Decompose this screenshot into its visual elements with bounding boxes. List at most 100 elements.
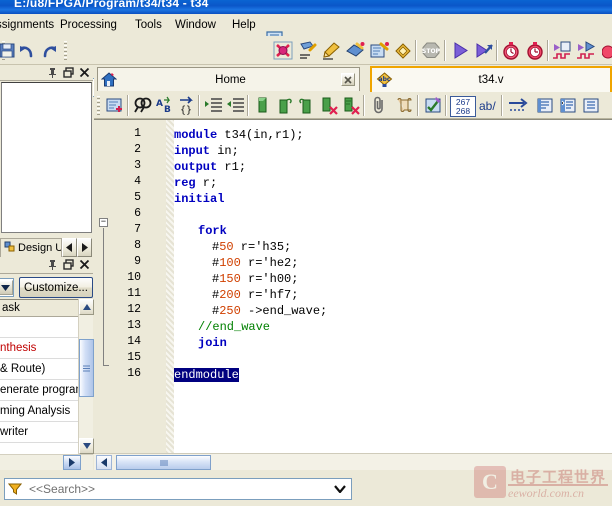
- more-tools-icon[interactable]: [599, 40, 612, 61]
- code-line[interactable]: #200 r='hf7;: [174, 287, 298, 303]
- svg-text:A: A: [156, 99, 163, 109]
- next-arrow-icon[interactable]: [77, 238, 92, 257]
- start-compilation-report-icon[interactable]: [473, 40, 495, 61]
- scrollbar-thumb[interactable]: [116, 455, 211, 470]
- attach-icon[interactable]: [368, 95, 390, 116]
- assembler-icon[interactable]: [368, 40, 390, 61]
- comment-icon[interactable]: [296, 95, 318, 116]
- scroll-right-icon[interactable]: [63, 455, 81, 470]
- code-text-area[interactable]: module t34(in,r1); input in; output r1; reg…: [174, 120, 612, 453]
- tab-design-units[interactable]: Design Ur: [0, 238, 62, 257]
- replace-icon[interactable]: A B: [154, 95, 176, 116]
- menu-item-help[interactable]: Help: [230, 17, 258, 33]
- funnel-icon: [5, 482, 25, 496]
- code-editor[interactable]: 1 2 3 4 5 6 7 8 9 10 11 12 13 14 15 16 − module t34(in,…: [94, 119, 612, 470]
- simulation-in-icon[interactable]: [551, 40, 573, 61]
- close-icon[interactable]: [341, 73, 355, 86]
- scroll-left-icon[interactable]: [96, 455, 112, 470]
- editor-toolbar: A B {} 267 268 ab/: [94, 92, 612, 119]
- line-numbers-icon[interactable]: 267 268: [450, 96, 476, 117]
- menu-item-assignments[interactable]: ssignments: [0, 17, 56, 33]
- svg-text:abc: abc: [378, 76, 390, 83]
- insert-template-icon[interactable]: [104, 95, 126, 116]
- insert-file-top-icon[interactable]: [274, 95, 296, 116]
- menu-item-tools[interactable]: Tools: [133, 17, 164, 33]
- simulation-out-icon[interactable]: [575, 40, 597, 61]
- tab-t34-v-label: t34.v: [478, 74, 504, 86]
- line-number: 14: [127, 335, 141, 348]
- code-folding-column[interactable]: [146, 120, 166, 453]
- scrollbar-thumb[interactable]: [79, 339, 94, 397]
- uncomment-icon[interactable]: [318, 95, 340, 116]
- close-icon[interactable]: [79, 67, 90, 78]
- scroll-up-icon[interactable]: [79, 299, 94, 315]
- list-icon[interactable]: [580, 95, 602, 116]
- timing-analysis-icon[interactable]: [500, 40, 522, 61]
- goto-line-icon[interactable]: [507, 95, 529, 116]
- code-line[interactable]: endmodule: [174, 367, 239, 383]
- scroll-down-icon[interactable]: [79, 438, 94, 454]
- word-wrap-icon[interactable]: ab/: [479, 99, 496, 113]
- editor-horizontal-scrollbar[interactable]: [94, 453, 612, 470]
- code-line[interactable]: #150 r='h00;: [174, 271, 298, 287]
- restore-icon[interactable]: [63, 67, 74, 78]
- code-line[interactable]: module t34(in,r1);: [174, 127, 304, 143]
- pin-icon[interactable]: [47, 67, 58, 78]
- fitter-icon[interactable]: [344, 40, 366, 61]
- start-compilation-icon[interactable]: [449, 40, 471, 61]
- chevron-down-icon[interactable]: [0, 280, 13, 295]
- toolbar-separator-4: [363, 95, 364, 116]
- chevron-down-icon[interactable]: [331, 480, 349, 498]
- editor-tab-strip: Home abc t34.v: [94, 66, 612, 92]
- code-line[interactable]: #250 ->end_wave;: [174, 303, 327, 319]
- line-number: 4: [134, 175, 141, 188]
- tasks-horizontal-scrollbar[interactable]: [0, 454, 93, 470]
- decrease-indent-icon[interactable]: [225, 95, 247, 116]
- flow-select-combo[interactable]: [0, 278, 14, 297]
- project-navigator-tree[interactable]: [1, 82, 92, 233]
- customize-button[interactable]: Customize...: [19, 277, 93, 298]
- fold-toggle-icon[interactable]: −: [99, 218, 108, 227]
- code-line[interactable]: #50 r='h35;: [174, 239, 291, 255]
- restore-icon[interactable]: [63, 259, 74, 270]
- menu-item-window[interactable]: Window: [173, 17, 218, 33]
- editor-toolbar-grip[interactable]: [97, 96, 100, 115]
- search-box[interactable]: <<Search>>: [4, 478, 352, 500]
- timing-analyzer-icon[interactable]: [392, 40, 414, 61]
- redo-arrow-icon[interactable]: [38, 40, 60, 61]
- check-syntax-icon[interactable]: [422, 95, 444, 116]
- tasks-vertical-scrollbar[interactable]: [78, 299, 94, 454]
- analysis-synthesis-icon[interactable]: [296, 40, 318, 61]
- code-line[interactable]: join: [174, 335, 227, 351]
- tasks-panel-buttons: [47, 259, 90, 270]
- toolbar-grip-2[interactable]: [64, 41, 67, 60]
- goto-icon[interactable]: {}: [176, 95, 198, 116]
- close-icon[interactable]: [79, 259, 90, 270]
- insert-file-icon[interactable]: [252, 95, 274, 116]
- code-line[interactable]: input in;: [174, 143, 239, 159]
- project-navigator-panel: [0, 66, 93, 236]
- remove-comment-icon[interactable]: [340, 95, 362, 116]
- scroll-doc-icon[interactable]: [394, 95, 416, 116]
- classic-timing-icon[interactable]: [524, 40, 546, 61]
- compile-stop-icon[interactable]: [272, 40, 294, 61]
- pin-icon[interactable]: [47, 259, 58, 270]
- code-line[interactable]: output r1;: [174, 159, 246, 175]
- menu-item-processing[interactable]: Processing: [58, 17, 119, 33]
- analysis-elaboration-icon[interactable]: [320, 40, 342, 61]
- undo-arrow-icon[interactable]: [16, 40, 38, 61]
- tab-t34-v[interactable]: abc t34.v: [370, 66, 612, 92]
- code-line[interactable]: initial: [174, 191, 224, 207]
- prev-arrow-icon[interactable]: [62, 238, 77, 257]
- code-line[interactable]: fork: [174, 223, 227, 239]
- code-line[interactable]: //end_wave: [174, 319, 270, 335]
- stop-icon[interactable]: STOP: [420, 40, 442, 61]
- code-line[interactable]: reg r;: [174, 175, 217, 191]
- tab-home[interactable]: Home: [97, 67, 360, 91]
- bookmark-next-icon[interactable]: [557, 95, 579, 116]
- line-counter-bottom: 268: [455, 105, 471, 116]
- bookmark-icon[interactable]: [534, 95, 556, 116]
- code-line[interactable]: #100 r='he2;: [174, 255, 298, 271]
- find-icon[interactable]: [132, 95, 154, 116]
- increase-indent-icon[interactable]: [203, 95, 225, 116]
